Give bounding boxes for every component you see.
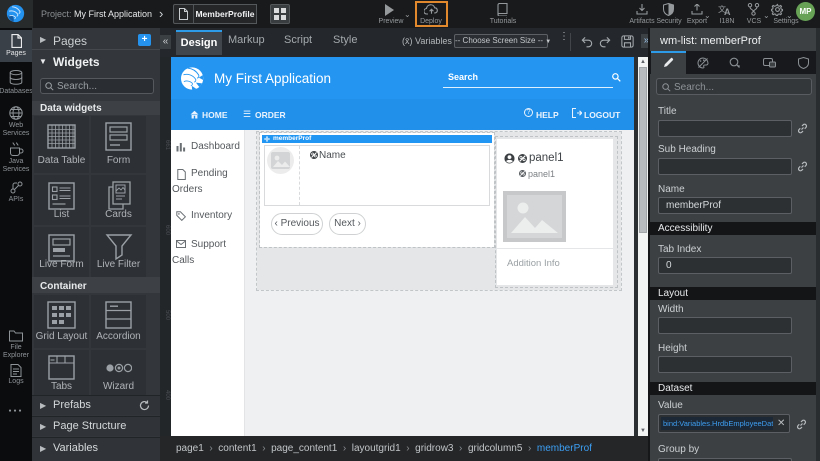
svg-text:A: A xyxy=(724,7,731,16)
